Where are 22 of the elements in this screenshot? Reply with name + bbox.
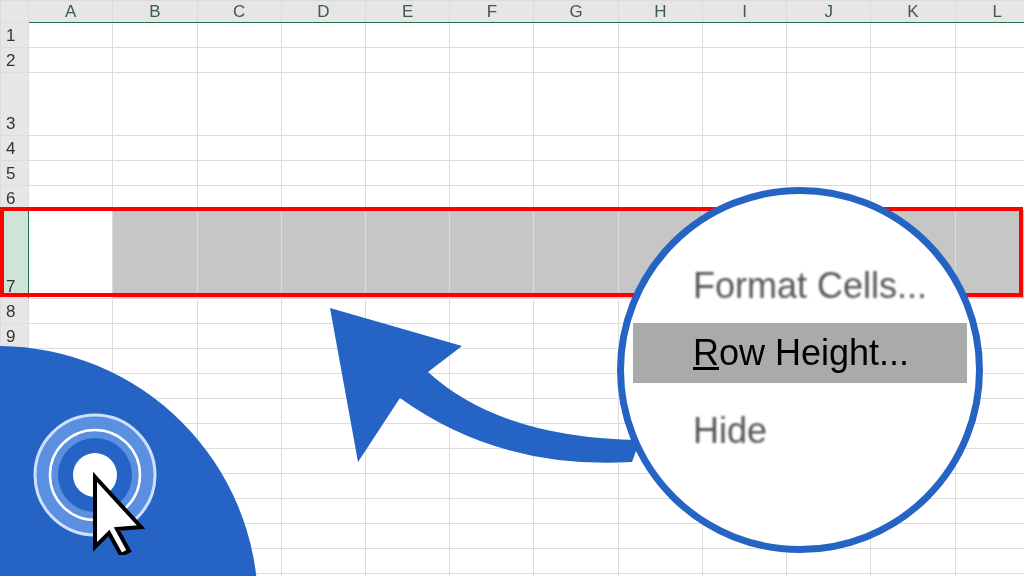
menu-item[interactable]: Hide bbox=[633, 401, 967, 461]
column-header[interactable]: E bbox=[365, 0, 450, 23]
column-header[interactable]: I bbox=[702, 0, 787, 23]
column-header[interactable]: D bbox=[281, 0, 366, 23]
column-header[interactable]: J bbox=[786, 0, 871, 23]
row-header[interactable]: 3 bbox=[0, 72, 29, 136]
row-header[interactable]: 2 bbox=[0, 47, 29, 73]
column-header[interactable]: K bbox=[870, 0, 956, 23]
column-header[interactable]: B bbox=[112, 0, 198, 23]
menu-item[interactable]: Format Cells... bbox=[633, 256, 967, 316]
menu-item[interactable]: Row Height... bbox=[633, 323, 967, 383]
row-header[interactable]: 4 bbox=[0, 135, 29, 161]
column-header[interactable]: H bbox=[618, 0, 703, 23]
column-header[interactable]: C bbox=[197, 0, 282, 23]
column-header[interactable]: L bbox=[955, 0, 1024, 23]
mouse-click-icon bbox=[33, 413, 157, 555]
column-header[interactable]: A bbox=[28, 0, 113, 23]
row-header[interactable]: 5 bbox=[0, 160, 29, 186]
column-header[interactable]: G bbox=[534, 0, 619, 23]
row-header[interactable]: 1 bbox=[0, 22, 29, 48]
column-header[interactable]: F bbox=[449, 0, 534, 23]
row-header[interactable]: 8 bbox=[0, 298, 29, 324]
